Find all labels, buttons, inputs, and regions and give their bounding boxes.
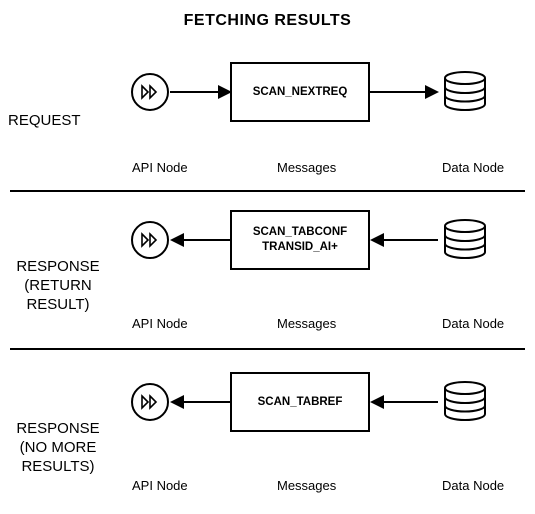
- col-api: API Node: [132, 316, 188, 331]
- row-label: REQUEST: [8, 112, 81, 131]
- row-label: RESPONSE(RETURNRESULT): [8, 258, 108, 314]
- col-data: Data Node: [442, 316, 504, 331]
- row-response-nomore: RESPONSE(NO MORERESULTS) SCAN_TABREF API…: [0, 350, 535, 512]
- row-response-return: RESPONSE(RETURNRESULT) SCAN_TABCONF TRAN…: [0, 188, 535, 350]
- diagram-title: FETCHING RESULTS: [0, 0, 535, 30]
- message-text: SCAN_TABCONF: [253, 225, 347, 240]
- message-text: TRANSID_AI+: [262, 240, 338, 255]
- row-label: RESPONSE(NO MORERESULTS): [8, 420, 108, 476]
- api-node-icon: [130, 72, 170, 117]
- message-box: SCAN_NEXTREQ: [230, 62, 370, 122]
- api-node-icon: [130, 382, 170, 427]
- data-node-icon: [440, 380, 490, 429]
- message-box: SCAN_TABREF: [230, 372, 370, 432]
- data-node-icon: [440, 218, 490, 267]
- col-messages: Messages: [277, 478, 336, 493]
- message-text: SCAN_NEXTREQ: [253, 85, 348, 100]
- message-text: SCAN_TABREF: [258, 395, 343, 410]
- col-api: API Node: [132, 478, 188, 493]
- api-node-icon: [130, 220, 170, 265]
- col-api: API Node: [132, 160, 188, 175]
- col-data: Data Node: [442, 160, 504, 175]
- row-request: REQUEST SCAN_NEXTREQ API Node Messages D…: [0, 30, 535, 188]
- col-messages: Messages: [277, 316, 336, 331]
- col-messages: Messages: [277, 160, 336, 175]
- message-box: SCAN_TABCONF TRANSID_AI+: [230, 210, 370, 270]
- col-data: Data Node: [442, 478, 504, 493]
- data-node-icon: [440, 70, 490, 119]
